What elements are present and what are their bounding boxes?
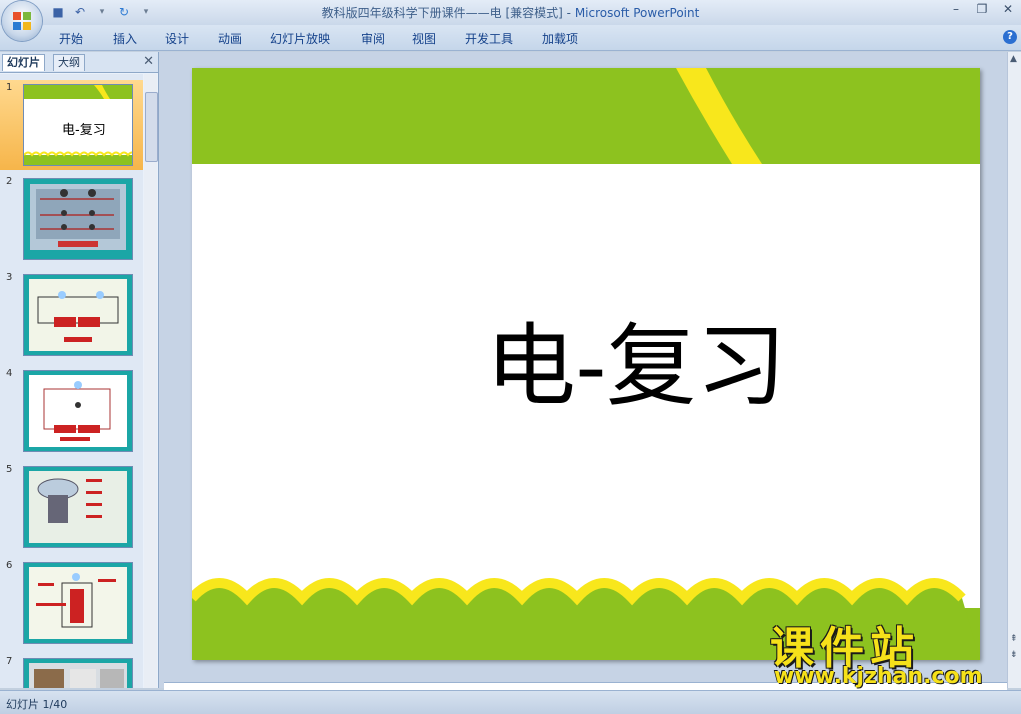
pane-tab-bar: 幻灯片 大纲 ✕ [0,52,158,73]
slide-preview [23,370,133,452]
slide-number: 1 [6,82,13,93]
slide-preview [23,658,133,688]
slide-number: 4 [6,368,13,379]
tab-addins[interactable]: 加载项 [542,30,578,47]
slide-thumbnail-4[interactable]: 4 [0,366,143,456]
watermark-url: www.kjzhan.com [774,664,983,689]
prev-slide-icon[interactable]: ⇞ [1010,634,1018,644]
slide-thumbnail-2[interactable]: 2 [0,174,143,264]
slide-preview-title: 电-复习 [62,123,106,138]
slide-number: 7 [6,656,13,667]
slide-preview [23,274,133,356]
slide-number: 2 [6,176,13,187]
restore-icon[interactable]: ❐ [975,2,989,16]
slide-preview [23,562,133,644]
slide-title[interactable]: 电-复习 [192,293,980,423]
slides-pane: 幻灯片 大纲 ✕ 1 电-复习 2 3 4 5 6 7 [0,52,159,688]
minimize-icon[interactable]: – [949,2,963,16]
slide-thumbnail-7[interactable]: 7 [0,654,143,688]
slide-editing-area: 电-复习 [159,52,1021,688]
thumbnail-scrollbar[interactable] [144,74,158,688]
slide-preview [23,178,133,260]
title-bar: ■ ↶ ▾ ↻ ▾ 教科版四年级科学下册课件——电 [兼容模式] - Micro… [0,0,1021,25]
slide-number: 5 [6,464,13,475]
slide-thumbnail-6[interactable]: 6 [0,558,143,648]
slide-indicator: 幻灯片 1/40 [6,698,68,711]
tab-animations[interactable]: 动画 [218,30,242,47]
slide-number: 3 [6,272,13,283]
close-icon[interactable]: ✕ [1001,2,1015,16]
tab-slides[interactable]: 幻灯片 [2,54,45,71]
tab-insert[interactable]: 插入 [113,30,137,47]
office-logo-icon [13,12,31,30]
scroll-up-icon[interactable]: ▲ [1010,54,1017,64]
window-controls: – ❐ ✕ [949,2,1015,16]
slide-number: 6 [6,560,13,571]
document-title: 教科版四年级科学下册课件——电 [兼容模式] [321,6,563,20]
ribbon-tab-bar: 开始 插入 设计 动画 幻灯片放映 审阅 视图 开发工具 加载项 ? [0,25,1021,51]
tab-view[interactable]: 视图 [412,30,436,47]
app-name: Microsoft PowerPoint [574,6,700,20]
title-separator: - [562,6,575,20]
slide-thumbnail-3[interactable]: 3 [0,270,143,360]
tab-home[interactable]: 开始 [59,30,83,47]
help-icon[interactable]: ? [1003,30,1017,44]
slide-thumbnail-1[interactable]: 1 电-复习 [0,80,143,170]
tab-outline[interactable]: 大纲 [53,54,85,71]
next-slide-icon[interactable]: ⇟ [1010,650,1018,660]
slide-thumbnail-5[interactable]: 5 [0,462,143,552]
status-bar: 幻灯片 1/40 [0,690,1021,714]
tab-design[interactable]: 设计 [165,30,189,47]
slide-thumbnail-list: 1 电-复习 2 3 4 5 6 7 [0,74,143,688]
main-vertical-scrollbar[interactable]: ▲ ⇞ ⇟ [1007,52,1021,688]
current-slide[interactable]: 电-复习 [192,68,980,660]
watermark-logo: 课件站 www.kjzhan.com [770,612,1010,692]
tab-developer[interactable]: 开发工具 [465,30,513,47]
slide-preview [23,466,133,548]
window-title: 教科版四年级科学下册课件——电 [兼容模式] - Microsoft Power… [0,4,1021,21]
tab-slideshow[interactable]: 幻灯片放映 [270,30,330,47]
office-button[interactable] [2,1,42,41]
tab-review[interactable]: 审阅 [361,30,385,47]
slide-preview: 电-复习 [23,84,137,166]
scrollbar-thumb[interactable] [145,92,158,162]
pane-close-icon[interactable]: ✕ [143,54,154,69]
